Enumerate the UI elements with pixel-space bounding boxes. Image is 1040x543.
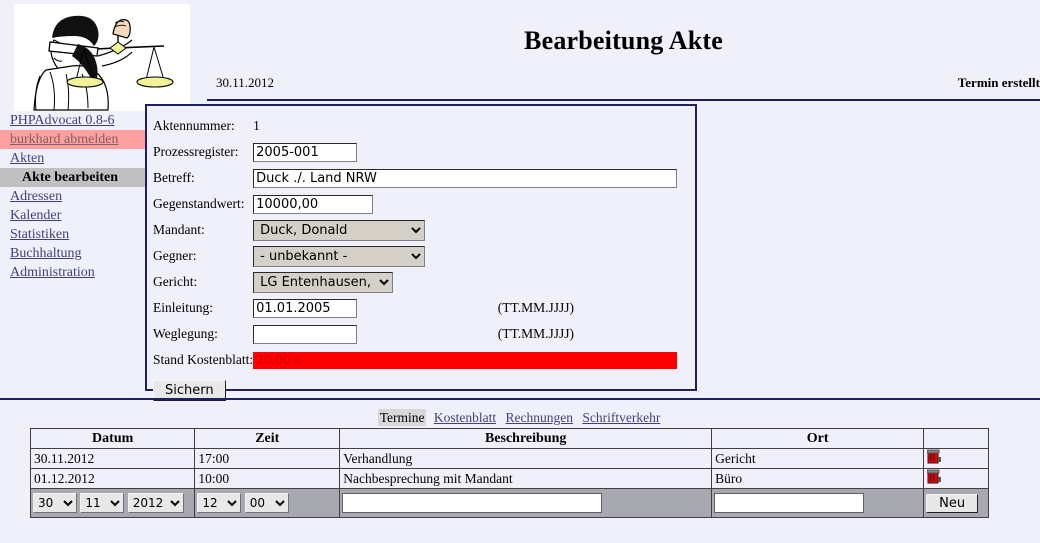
detail-tabs: Termine Kostenblatt Rechnungen Schriftve… (0, 409, 1040, 426)
tab-kostenblatt[interactable]: Kostenblatt (432, 409, 498, 426)
new-termin-row: 30 11 2012 12 00 Neu (29, 488, 989, 518)
new-beschreibung-input[interactable] (342, 493, 603, 513)
mandant-select[interactable]: Duck, Donald (253, 219, 426, 241)
field-row-gegenstandwert: Gegenstandwert: (153, 191, 677, 217)
new-month-select[interactable]: 11 (80, 493, 125, 513)
gegenstandwert-input[interactable] (253, 194, 374, 214)
status-message: Termin erstellt (957, 75, 1040, 90)
cell-datum: 01.12.2012 (29, 468, 196, 489)
new-ort-cell (711, 488, 925, 518)
stand-kostenblatt-bar: 20,00 € (253, 351, 678, 369)
new-day-select[interactable]: 30 (33, 493, 77, 513)
new-date-cell: 30 11 2012 (29, 488, 196, 518)
label-prozessregister: Prozessregister: (153, 144, 239, 159)
header-divider (207, 99, 1040, 101)
label-gegenstandwert: Gegenstandwert: (153, 196, 245, 211)
prozessregister-input[interactable] (253, 142, 358, 162)
betreff-input[interactable] (253, 168, 678, 188)
field-row-kostenblatt: Stand Kostenblatt: 20,00 € (153, 347, 678, 373)
column-header-beschreibung: Beschreibung (339, 428, 713, 449)
field-row-prozessregister: Prozessregister: (153, 139, 677, 165)
label-weglegung: Weglegung: (153, 326, 218, 341)
label-betreff: Betreff: (153, 170, 195, 185)
einleitung-input[interactable] (253, 298, 358, 318)
column-header-ort: Ort (711, 428, 925, 449)
new-ort-input[interactable] (714, 493, 865, 513)
column-header-actions (923, 428, 989, 449)
weglegung-input[interactable] (253, 324, 358, 344)
page-title: Bearbeitung Akte (524, 26, 723, 55)
tab-termine[interactable]: Termine (377, 409, 427, 426)
trash-icon[interactable] (926, 449, 942, 468)
gegner-select[interactable]: - unbekannt - (253, 245, 426, 267)
app-page: PHPAdvocat 0.8-6 burkhard abmelden Akten… (0, 0, 1040, 543)
trash-icon[interactable] (926, 469, 942, 488)
cell-datum: 30.11.2012 (29, 448, 196, 469)
table-header-row: Datum Zeit Beschreibung Ort (29, 428, 989, 449)
label-aktennummer: Aktennummer: (153, 118, 235, 133)
column-header-datum: Datum (29, 428, 196, 449)
label-stand-kostenblatt: Stand Kostenblatt: (153, 352, 254, 367)
new-minute-select[interactable]: 00 (244, 493, 289, 513)
label-mandant: Mandant: (153, 222, 205, 237)
label-einleitung: Einleitung: (153, 300, 213, 315)
section-divider (0, 398, 1040, 400)
cell-actions (923, 468, 989, 489)
cell-beschreibung: Verhandlung (339, 448, 713, 469)
cell-ort: Gericht (711, 448, 925, 469)
weglegung-hint: (TT.MM.JJJJ) (497, 326, 574, 341)
current-date: 30.11.2012 (216, 75, 275, 90)
field-row-weglegung: Weglegung: (TT.MM.JJJJ) (153, 321, 677, 347)
new-hour-select[interactable]: 12 (197, 493, 242, 513)
field-row-einleitung: Einleitung: (TT.MM.JJJJ) (153, 295, 677, 321)
label-gegner: Gegner: (153, 248, 197, 263)
field-row-gericht: Gericht: LG Entenhausen, (153, 269, 677, 295)
value-aktennummer: 1 (253, 118, 260, 133)
gericht-select[interactable]: LG Entenhausen, (253, 271, 394, 293)
status-bar: 30.11.2012 Termin erstellt (207, 75, 1040, 95)
einleitung-hint: (TT.MM.JJJJ) (497, 300, 574, 315)
tab-rechnungen[interactable]: Rechnungen (503, 409, 574, 426)
field-row-betreff: Betreff: (153, 165, 678, 191)
table-row: 30.11.2012 17:00 Verhandlung Gericht (29, 448, 989, 469)
cell-ort: Büro (711, 468, 925, 489)
cell-zeit: 17:00 (194, 448, 341, 469)
justitia-scales-icon (14, 4, 190, 111)
field-row-gegner: Gegner: - unbekannt - (153, 243, 677, 269)
akte-form-panel: Aktennummer: 1 Prozessregister: Betreff:… (145, 104, 697, 401)
label-gericht: Gericht: (153, 274, 198, 289)
neu-button[interactable]: Neu (926, 493, 979, 513)
cell-beschreibung: Nachbesprechung mit Mandant (339, 468, 713, 489)
akte-form-table: Aktennummer: 1 Prozessregister: Betreff:… (153, 113, 678, 403)
field-row-mandant: Mandant: Duck, Donald (153, 217, 677, 243)
table-row: 01.12.2012 10:00 Nachbesprechung mit Man… (29, 468, 989, 489)
new-time-cell: 12 00 (194, 488, 341, 518)
tab-schriftverkehr[interactable]: Schriftverkehr (580, 409, 662, 426)
logo-image (14, 4, 190, 111)
new-year-select[interactable]: 2012 (127, 493, 184, 513)
field-row-aktennummer: Aktennummer: 1 (153, 113, 677, 139)
new-submit-cell: Neu (923, 488, 989, 518)
column-header-zeit: Zeit (194, 428, 341, 449)
termine-table: Datum Zeit Beschreibung Ort 30.11.2012 1… (29, 428, 989, 518)
cell-actions (923, 448, 989, 469)
cell-zeit: 10:00 (194, 468, 341, 489)
new-beschreibung-cell (339, 488, 713, 518)
